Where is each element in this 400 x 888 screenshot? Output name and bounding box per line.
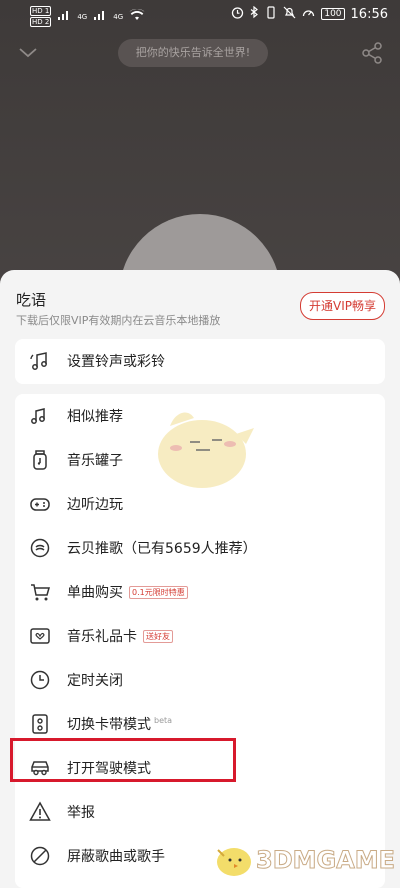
menu-item-label: 设置铃声或彩铃 [67,354,165,370]
song-title: 吃语 [16,291,47,309]
clock-time: 16:56 [350,6,388,22]
jar-icon [27,447,53,473]
promo-tag: 送好友 [143,629,173,643]
menu-item-label: 边听边玩 [67,497,123,513]
highlight-box [10,738,236,782]
menu-item-report[interactable]: 举报 [15,790,385,834]
menu-item-label: 单曲购买 [67,585,123,601]
sim1-indicator: HD 1 [30,6,52,16]
menu-item-label: 屏蔽歌曲或歌手 [67,849,165,865]
sim2-indicator: HD 2 [30,17,52,27]
signal2-icon [93,9,107,24]
promo-tag: 0.1元限时特惠 [129,585,188,599]
ringtone-card: 设置铃声或彩铃 [15,339,385,384]
more-options-sheet: 吃语 下载后仅限VIP有效期内在云音乐本地播放 开通VIP畅享 设置铃声或彩铃 … [0,270,400,888]
menu-item-label: 音乐礼品卡 [67,629,137,645]
net2-label: 4G [113,12,124,21]
warning-icon [27,799,53,825]
alarm-icon [231,6,244,22]
menu-item-cloud-coin-recommend[interactable]: 云贝推歌（已有5659人推荐） [15,526,385,570]
menu-item-label: 举报 [67,805,95,821]
music-notes-icon [27,403,53,429]
beta-tag: beta [154,715,173,725]
wifi-icon [129,8,145,24]
menu-item-label: 定时关闭 [67,673,123,689]
player-top-bar: 把你的快乐告诉全世界! [0,35,400,71]
cassette-icon [27,711,53,737]
song-subtitle: 下载后仅限VIP有效期内在云音乐本地播放 [16,314,221,327]
chevron-down-icon[interactable] [18,43,38,63]
menu-item-label: 云贝推歌（已有5659人推荐） [67,541,257,557]
slogan-pill[interactable]: 把你的快乐告诉全世界! [118,39,268,67]
block-icon [27,843,53,869]
menu-item-label: 相似推荐 [67,409,123,425]
menu-item-single-purchase[interactable]: 单曲购买 0.1元限时特惠 [15,570,385,614]
vibrate-icon [265,6,277,22]
ringtone-icon [27,348,53,374]
mascot-image [150,404,260,494]
menu-item-label: 音乐罐子 [67,453,123,469]
coin-icon [27,535,53,561]
battery-indicator: 100 [321,8,345,20]
watermark-text: 3DMGAME [255,846,396,875]
clock-icon [27,667,53,693]
menu-item-gift-card[interactable]: 音乐礼品卡 送好友 [15,614,385,658]
bluetooth-icon [250,5,259,22]
share-icon[interactable] [360,41,384,65]
menu-item-sleep-timer[interactable]: 定时关闭 [15,658,385,702]
menu-item-label: 切换卡带模式 [67,717,151,733]
gamepad-icon [27,491,53,517]
status-bar: HD 1 HD 2 4G 4G 100 16:56 [0,0,400,28]
gift-card-icon [27,623,53,649]
watermark: 3DMGAME [212,840,396,880]
speed-icon [302,6,315,22]
watermark-chick-logo [217,848,251,876]
vip-button[interactable]: 开通VIP畅享 [300,292,385,320]
net1-label: 4G [77,12,88,21]
cart-icon [27,579,53,605]
mute-icon [283,6,296,22]
signal-icon [57,9,71,24]
menu-item-ringtone[interactable]: 设置铃声或彩铃 [15,339,385,383]
